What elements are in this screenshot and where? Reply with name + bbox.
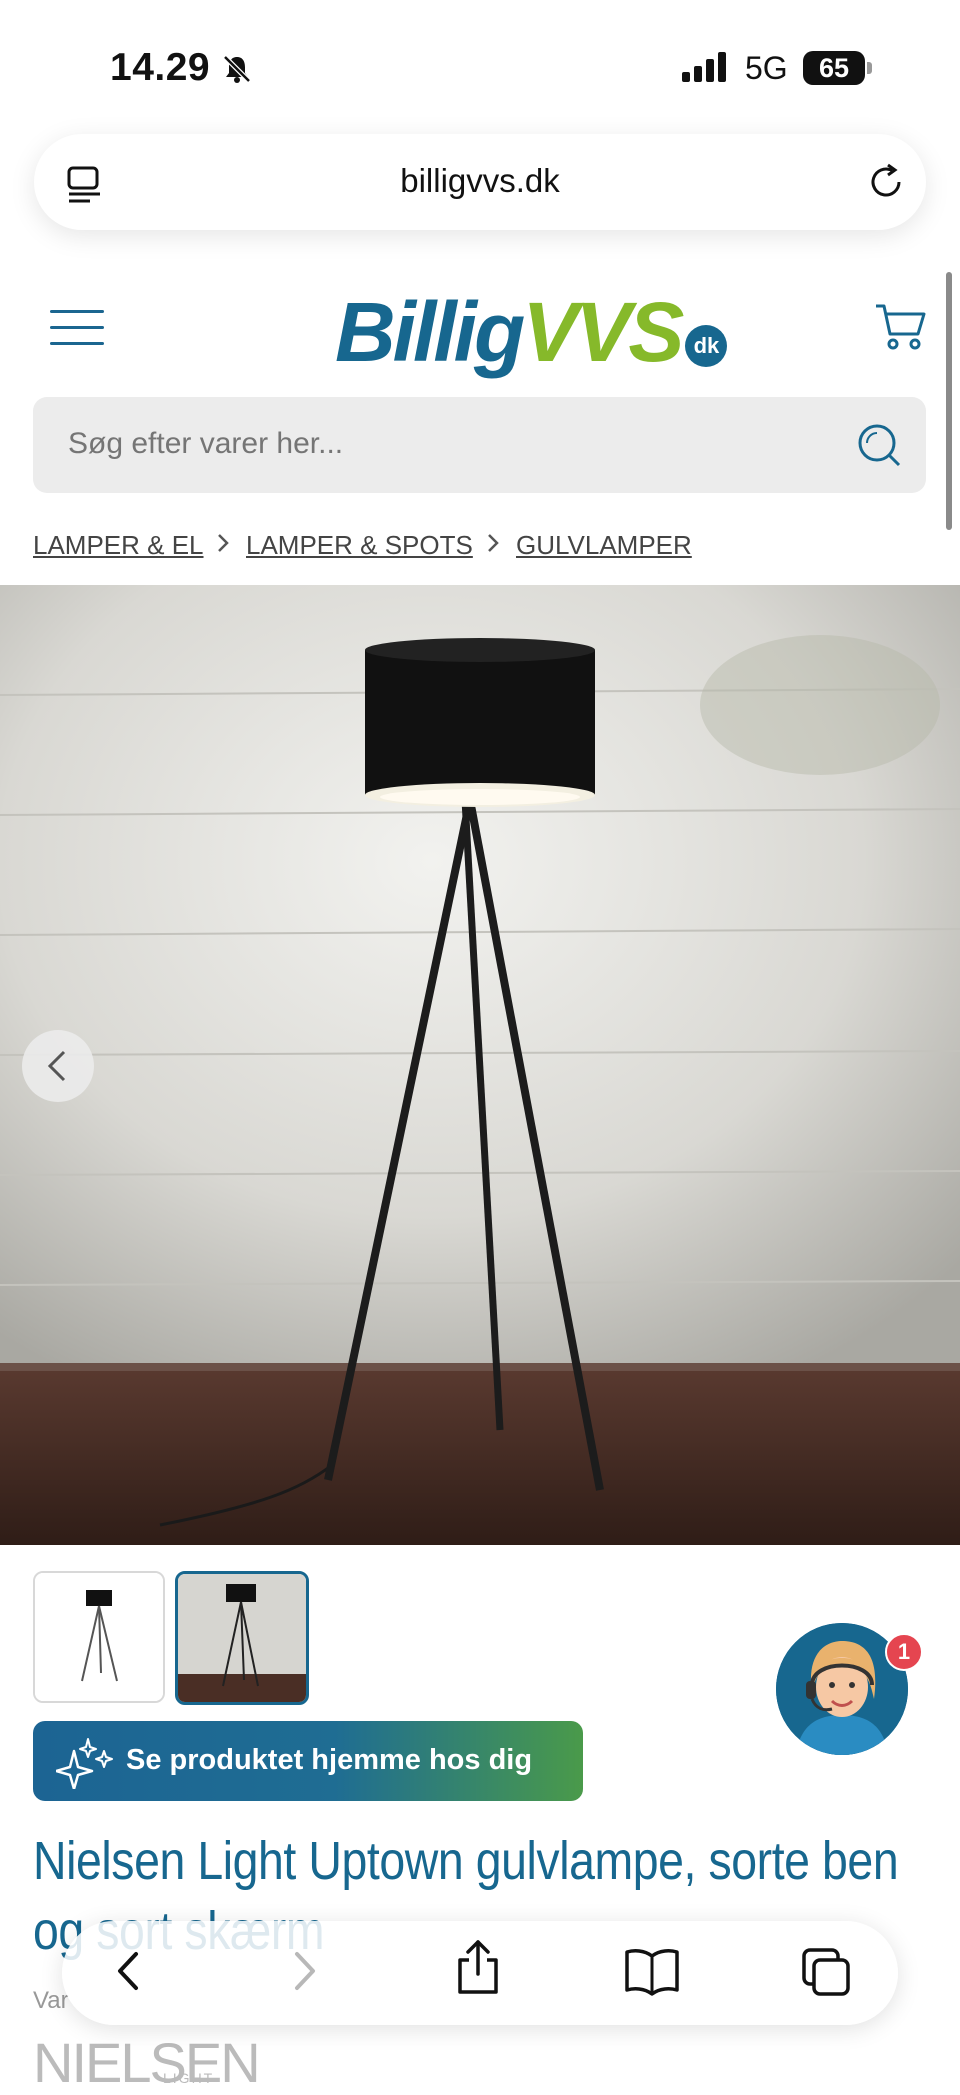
back-icon[interactable]: [108, 1946, 148, 2001]
product-thumbnail[interactable]: [33, 1571, 165, 1703]
tabs-icon[interactable]: [800, 1946, 852, 2003]
logo-accent: VVS: [522, 285, 684, 379]
url-text[interactable]: billigvvs.dk: [0, 162, 960, 200]
cellular-signal-icon: [682, 52, 730, 89]
view-in-home-label: Se produktet hjemme hos dig: [126, 1744, 533, 1776]
chevron-left-icon: [47, 1050, 66, 1082]
breadcrumb-item-lamper-spots[interactable]: LAMPER & SPOTS: [246, 530, 473, 561]
chevron-right-icon: [486, 530, 502, 563]
site-logo[interactable]: BilligVVS dk: [335, 284, 728, 379]
breadcrumb-item-lamper-el[interactable]: LAMPER & EL: [33, 530, 204, 561]
breadcrumb-item-gulvlamper[interactable]: GULVLAMPER: [516, 530, 692, 561]
carousel-prev-button[interactable]: [22, 1030, 94, 1102]
battery-tip: [867, 62, 872, 74]
product-thumbnail-selected[interactable]: [175, 1571, 309, 1705]
logo-badge: dk: [685, 325, 728, 367]
page-scrollbar[interactable]: [946, 272, 952, 530]
chevron-right-icon: [216, 530, 232, 563]
logo-main: Billig: [335, 285, 525, 379]
cart-icon[interactable]: [874, 302, 928, 357]
search-icon[interactable]: [856, 422, 902, 473]
sparkles-icon: [54, 1733, 116, 1794]
forward-icon[interactable]: [285, 1946, 325, 2001]
silent-bell-icon: [222, 54, 252, 84]
brand-logo-sub: LIGHT: [163, 2070, 215, 2086]
variant-label: Var: [33, 1987, 69, 2014]
bookmarks-icon[interactable]: [624, 1946, 680, 2001]
menu-icon[interactable]: [50, 310, 104, 346]
chat-notification-badge: 1: [885, 1633, 923, 1671]
brand-logo[interactable]: NIELSEN: [33, 2030, 261, 2095]
product-main-image[interactable]: [0, 585, 960, 1545]
battery-indicator: 65: [803, 51, 865, 85]
share-icon[interactable]: [454, 1938, 502, 2001]
network-type: 5G: [745, 50, 788, 86]
status-time: 14.29: [110, 46, 211, 89]
search-input[interactable]: [68, 427, 828, 461]
reload-icon[interactable]: [866, 162, 906, 207]
